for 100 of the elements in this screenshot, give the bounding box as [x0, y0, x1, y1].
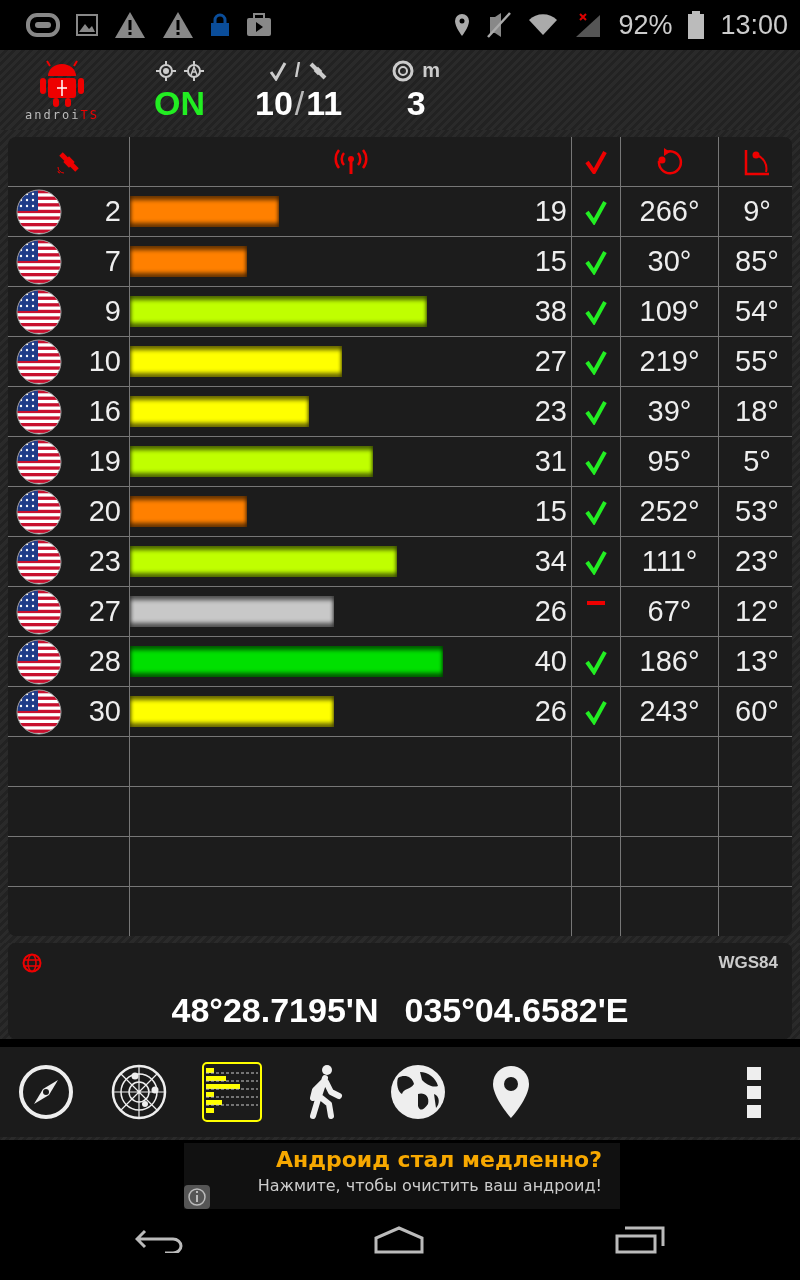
elevation-value: 60° — [735, 695, 779, 728]
flag-icon — [16, 588, 62, 635]
radar-icon — [111, 1064, 167, 1120]
azimuth-value: 266° — [639, 195, 700, 228]
crosshair-a-icon — [183, 60, 204, 81]
flag-icon — [16, 688, 62, 735]
satellite-number: 20 — [88, 495, 121, 528]
azimuth-value: 111° — [641, 545, 698, 578]
image-icon — [76, 14, 98, 36]
elevation-value: 5° — [743, 445, 771, 478]
flag-icon — [16, 338, 62, 385]
crosshair-icon — [155, 60, 176, 81]
azimuth-value: 219° — [639, 345, 700, 378]
satellite-number: 28 — [88, 645, 121, 678]
signal-value: 15 — [534, 245, 567, 278]
location-icon — [454, 13, 471, 37]
flag-icon — [16, 188, 62, 235]
back-icon[interactable] — [135, 1227, 184, 1253]
elevation-value: 23° — [735, 545, 779, 578]
briefcase-play-icon — [246, 13, 272, 37]
signal-value: 34 — [534, 545, 567, 578]
wifi-icon — [528, 13, 559, 37]
recents-icon[interactable] — [614, 1226, 665, 1254]
azimuth-value: 39° — [647, 395, 692, 428]
azimuth-value: 95° — [647, 445, 692, 478]
satellite-number: 9 — [104, 295, 121, 328]
toolbar-button[interactable] — [202, 1062, 262, 1122]
total-satellites: 11 — [306, 83, 343, 123]
ad-banner[interactable]: Андроид стал медленно? Нажмите, чтобы очистить ваш андроид! — [184, 1143, 620, 1209]
elevation-value: 53° — [735, 495, 779, 528]
globe-icon — [22, 953, 42, 973]
unit-label: m — [422, 59, 441, 82]
satellite-number: 23 — [88, 545, 121, 578]
satellite-number: 19 — [88, 445, 121, 478]
android-robot-icon — [40, 58, 84, 108]
toolbar-button[interactable] — [109, 1062, 169, 1122]
muted-icon — [486, 11, 513, 39]
flag-icon — [16, 488, 62, 535]
elevation-value: 9° — [743, 195, 771, 228]
toolbar-button[interactable] — [16, 1062, 76, 1122]
signal-value: 31 — [534, 445, 567, 478]
menu-icon — [747, 1066, 761, 1118]
signal-icon — [574, 12, 603, 38]
home-icon[interactable] — [374, 1226, 424, 1254]
separator: / — [294, 83, 305, 123]
accuracy-value: 3 — [406, 83, 426, 123]
separator-label: / — [294, 59, 301, 82]
azimuth-icon — [655, 147, 684, 176]
flag-icon — [16, 538, 62, 585]
info-icon — [184, 1185, 210, 1209]
azimuth-value: 252° — [639, 495, 700, 528]
flag-icon — [16, 238, 62, 285]
lock-icon — [210, 13, 230, 37]
satellite-number: 27 — [88, 595, 121, 628]
flag-icon — [16, 388, 62, 435]
datum-label: WGS84 — [718, 953, 778, 974]
logo-text: androiTS — [25, 108, 99, 122]
check-icon — [268, 60, 287, 81]
satellite-number: 7 — [104, 245, 121, 278]
signal-value: 40 — [534, 645, 567, 678]
azimuth-value: 67° — [647, 595, 692, 628]
elevation-value: 18° — [735, 395, 779, 428]
flag-icon — [16, 288, 62, 335]
signal-value: 27 — [534, 345, 567, 378]
signal-tower-icon — [333, 148, 368, 175]
signal-value: 15 — [534, 495, 567, 528]
signal-value: 19 — [534, 195, 567, 228]
satellite-number: 16 — [88, 395, 121, 428]
azimuth-value: 186° — [639, 645, 700, 678]
satellite-number: 2 — [104, 195, 121, 228]
ad-text: Нажмите, чтобы очистить ваш андроид! — [257, 1176, 602, 1195]
signal-value: 38 — [534, 295, 567, 328]
elevation-value: 54° — [735, 295, 779, 328]
fix-status: ON — [154, 83, 205, 123]
signal-value: 23 — [534, 395, 567, 428]
azimuth-value: 109° — [639, 295, 700, 328]
toolbar-button[interactable] — [388, 1062, 448, 1122]
game-controller-icon — [26, 12, 60, 38]
elevation-value: 13° — [735, 645, 779, 678]
warning-icon — [114, 11, 146, 39]
flag-icon — [16, 438, 62, 485]
flag-icon — [16, 638, 62, 685]
warning-icon — [162, 11, 194, 39]
azimuth-value: 30° — [647, 245, 692, 278]
check-icon — [585, 149, 607, 174]
elevation-value: 12° — [735, 595, 779, 628]
satellite-number: 30 — [88, 695, 121, 728]
globe-icon — [390, 1064, 446, 1120]
satellite-number: 10 — [88, 345, 121, 378]
battery-percentage: 92% — [618, 9, 673, 41]
latitude: 48°28.7195'N — [171, 991, 379, 1030]
accuracy-icon — [392, 59, 415, 82]
signal-value: 26 — [534, 595, 567, 628]
elevation-icon — [743, 147, 771, 176]
used-satellites: 10 — [255, 83, 293, 123]
azimuth-value: 243° — [639, 695, 700, 728]
ad-title: Андроид стал медленно? — [275, 1147, 602, 1172]
signal-value: 26 — [534, 695, 567, 728]
clock: 13:00 — [720, 9, 788, 41]
elevation-value: 85° — [735, 245, 779, 278]
